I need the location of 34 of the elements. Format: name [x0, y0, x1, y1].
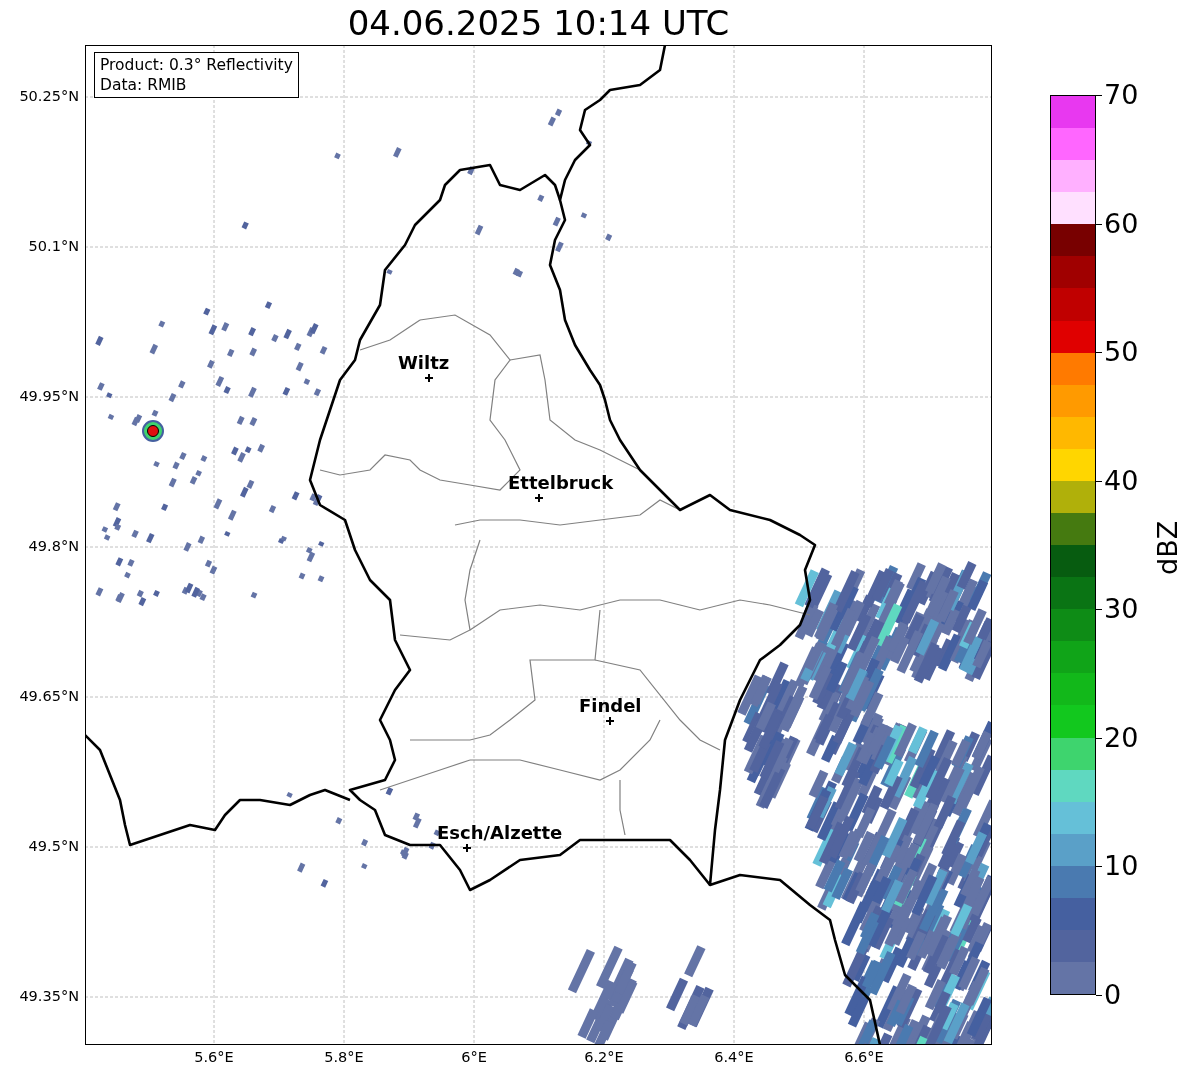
colorbar-tick-label: 50 [1104, 335, 1139, 370]
axis-tick-label: 6°E [460, 1049, 488, 1065]
city-label: Findel [579, 695, 642, 716]
axis-tick-label: 6.4°E [713, 1049, 755, 1065]
axis-tick-label: 6.2°E [583, 1049, 625, 1065]
info-text: Data: RMIB [100, 75, 188, 95]
colorbar-tick-label: 60 [1104, 206, 1139, 241]
city-marker-icon [424, 373, 434, 383]
colorbar-tick-label: 20 [1104, 720, 1139, 755]
axis-tick-label: 50.25°N [19, 88, 79, 104]
colorbar-label: dBZ [1152, 520, 1183, 575]
axis-tick-label: 49.65°N [19, 688, 79, 704]
colorbar-tick-label: 10 [1104, 849, 1139, 884]
colorbar-tick-label: 30 [1104, 592, 1139, 627]
axis-tick-label: 49.35°N [19, 988, 79, 1004]
colorbar-tick-label: 70 [1104, 78, 1139, 112]
city-label: Wiltz [398, 352, 450, 373]
city-label: Ettelbruck [508, 472, 614, 493]
city-marker-icon [462, 843, 472, 853]
axis-tick-label: 49.5°N [28, 838, 79, 854]
colorbar-tick-label: 0 [1104, 978, 1122, 1012]
city-marker-icon [534, 493, 544, 503]
axis-tick-label: 49.95°N [19, 388, 79, 404]
axis-tick-label: 50.1°N [28, 238, 79, 254]
radar-site-icon [142, 420, 164, 442]
chart-title: 04.06.2025 10:14 UTC [346, 2, 731, 45]
city-marker-icon [605, 716, 615, 726]
info-text: Product: 0.3° Reflectivity [100, 55, 293, 75]
axis-tick-label: 5.8°E [323, 1049, 365, 1065]
colorbar-tick-label: 40 [1104, 463, 1139, 498]
axis-tick-label: 49.8°N [28, 538, 79, 554]
city-label: Esch/Alzette [437, 822, 563, 843]
axis-tick-label: 6.6°E [843, 1049, 885, 1065]
axis-tick-label: 5.6°E [193, 1049, 235, 1065]
